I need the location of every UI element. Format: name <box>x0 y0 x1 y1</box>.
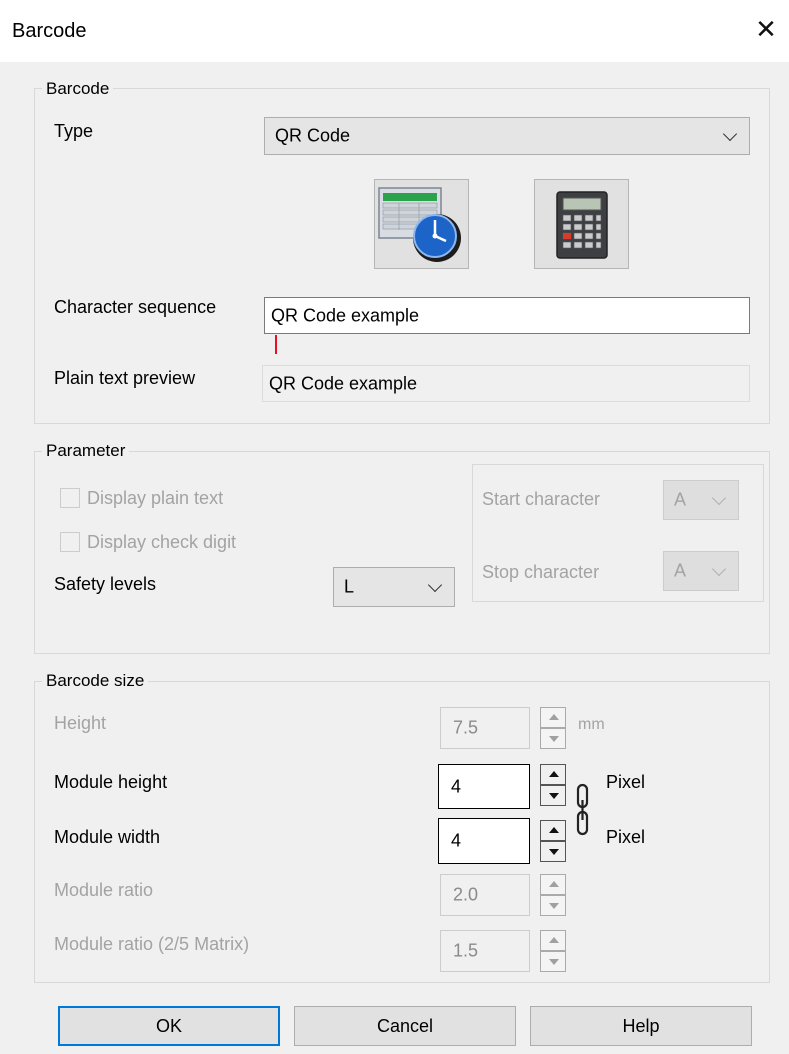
module-width-label: Module width <box>54 827 161 847</box>
calculator-button[interactable] <box>534 179 629 269</box>
start-char-value: A <box>674 489 687 510</box>
chevron-down-icon <box>722 126 738 142</box>
module-height-input[interactable]: 4 <box>438 764 530 809</box>
window-edge <box>0 62 8 1054</box>
module-width-input[interactable]: 4 <box>438 818 530 864</box>
spin-up-icon <box>549 881 559 887</box>
module-ratio-stepper[interactable] <box>540 874 566 916</box>
display-check-digit-label: Display check digit <box>87 532 237 552</box>
type-label: Type <box>54 121 94 141</box>
module-ratio-25-value: 1.5 <box>453 940 479 961</box>
display-plain-text-checkbox[interactable] <box>60 488 80 508</box>
window-title: Barcode <box>12 20 87 42</box>
spin-up-icon <box>549 827 559 833</box>
module-height-stepper[interactable] <box>540 764 566 806</box>
ok-button[interactable]: OK <box>58 1006 280 1046</box>
spin-up-icon <box>549 937 559 943</box>
barcode-group-label: Barcode <box>42 79 114 99</box>
spin-up-icon <box>549 714 559 720</box>
char-seq-input[interactable]: QR Code example <box>264 297 750 334</box>
stop-char-value: A <box>674 560 687 581</box>
close-icon: ✕ <box>755 15 777 45</box>
height-unit: mm <box>578 716 605 733</box>
cancel-button[interactable]: Cancel <box>294 1006 516 1046</box>
chevron-down-icon <box>711 490 727 506</box>
module-ratio-25-stepper[interactable] <box>540 930 566 972</box>
module-height-unit: Pixel <box>606 772 646 792</box>
char-seq-label: Character sequence <box>54 297 217 317</box>
module-ratio-label: Module ratio <box>54 880 154 900</box>
calculator-icon <box>556 191 608 259</box>
preview-field: QR Code example <box>262 365 750 402</box>
stop-char-label: Stop character <box>482 562 600 583</box>
parameter-group-label: Parameter <box>42 441 130 461</box>
module-ratio-25-input[interactable]: 1.5 <box>440 930 530 972</box>
start-char-select[interactable]: A <box>663 480 739 520</box>
module-height-value: 4 <box>451 776 462 796</box>
module-width-value: 4 <box>451 830 462 851</box>
chevron-down-icon <box>711 561 727 577</box>
barcode-size-group-label: Barcode size <box>42 671 149 691</box>
close-button[interactable]: ✕ <box>748 10 784 50</box>
spin-down-icon <box>549 959 559 965</box>
preview-label: Plain text preview <box>54 368 196 388</box>
start-char-label: Start character <box>482 489 601 510</box>
title-bar: Barcode ✕ <box>0 0 789 62</box>
link-chain-icon[interactable] <box>572 782 594 838</box>
height-input[interactable]: 7.5 <box>440 707 530 749</box>
height-label: Height <box>54 713 107 733</box>
module-ratio-value: 2.0 <box>453 884 479 905</box>
help-button[interactable]: Help <box>530 1006 752 1046</box>
spin-down-icon <box>549 849 559 855</box>
database-button[interactable] <box>374 179 469 269</box>
module-height-label: Module height <box>54 772 168 792</box>
spin-up-icon <box>549 771 559 777</box>
safety-levels-label: Safety levels <box>54 574 157 594</box>
preview-value: QR Code example <box>269 373 418 393</box>
safety-levels-value: L <box>344 576 355 597</box>
char-seq-value: QR Code example <box>271 305 420 325</box>
module-ratio-25-label: Module ratio (2/5 Matrix) <box>54 934 250 954</box>
height-value: 7.5 <box>453 717 479 738</box>
stop-char-select[interactable]: A <box>663 551 739 591</box>
module-width-unit: Pixel <box>606 827 646 847</box>
display-plain-text-label: Display plain text <box>87 488 224 508</box>
height-stepper[interactable] <box>540 707 566 749</box>
module-ratio-input[interactable]: 2.0 <box>440 874 530 916</box>
text-caret <box>275 335 277 354</box>
spin-down-icon <box>549 903 559 909</box>
spin-down-icon <box>549 793 559 799</box>
database-clock-icon <box>378 187 461 262</box>
chevron-down-icon <box>427 577 443 593</box>
type-value: QR Code <box>275 125 351 146</box>
barcode-dialog: Barcode ✕ Barcode Type QR Code Character… <box>0 0 789 1054</box>
type-select[interactable]: QR Code <box>264 117 750 155</box>
safety-levels-select[interactable]: L <box>333 567 455 607</box>
display-check-digit-checkbox[interactable] <box>60 532 80 552</box>
module-width-stepper[interactable] <box>540 820 566 862</box>
spin-down-icon <box>549 736 559 742</box>
